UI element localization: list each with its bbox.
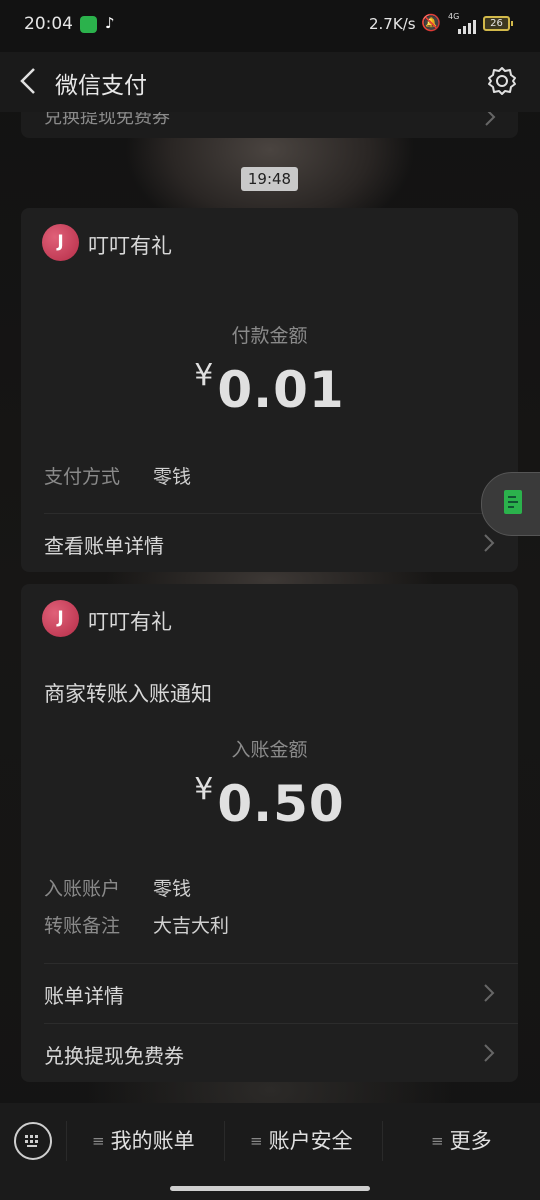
bottom-menu-bar: ≡ 我的账单 ≡ 账户安全 ≡ 更多: [0, 1103, 540, 1200]
amount-label: 付款金额: [231, 325, 308, 347]
view-bill-details-row[interactable]: 查看账单详情: [44, 524, 518, 564]
remark-value: 大吉大利: [153, 915, 230, 937]
message-timestamp: 19:48: [241, 167, 298, 191]
signal-icon: [448, 14, 478, 34]
merchant-name: 叮叮有礼: [88, 234, 172, 258]
clock: 20:04: [24, 14, 73, 34]
battery-icon: 26: [483, 16, 513, 31]
divider: [224, 1121, 225, 1161]
bill-details-label: 账单详情: [44, 984, 124, 1008]
chevron-right-icon: [484, 534, 495, 552]
amount-value: 0.50: [217, 775, 345, 833]
remark-label: 转账备注: [44, 915, 121, 937]
divider: [66, 1121, 67, 1161]
back-arrow-icon: [20, 68, 35, 94]
back-button[interactable]: [14, 64, 44, 98]
payment-method-value: 零钱: [153, 466, 192, 488]
menu-my-bills[interactable]: ≡ 我的账单: [92, 1125, 195, 1155]
menu-label: 我的账单: [110, 1129, 195, 1153]
merchant-avatar: J: [42, 600, 79, 637]
payment-message-card[interactable]: J 叮叮有礼 付款金额 ¥0.01 支付方式 零钱 查看账单详情: [21, 208, 518, 572]
notice-title: 商家转账入账通知: [44, 682, 212, 706]
chevron-right-icon: [485, 112, 496, 126]
document-icon: [504, 490, 522, 514]
merchant-avatar: J: [42, 224, 79, 261]
payment-method-label: 支付方式: [44, 466, 121, 488]
amount-value: 0.01: [217, 361, 345, 419]
voucher-row[interactable]: 兑换提现免费券: [44, 1034, 518, 1074]
menu-more[interactable]: ≡ 更多: [431, 1125, 492, 1155]
keyboard-icon: [25, 1135, 38, 1147]
chevron-right-icon: [484, 984, 495, 1002]
settings-button[interactable]: [486, 65, 518, 97]
menu-label: 账户安全: [268, 1129, 353, 1153]
floating-document-button[interactable]: [481, 472, 540, 536]
menu-icon: ≡: [92, 1132, 105, 1150]
status-bar: 20:04 ♪ 2.7K/s 🔕 4G 26: [0, 0, 540, 52]
gear-icon: [488, 67, 516, 95]
mute-bell-icon: 🔕: [421, 13, 441, 32]
amount-label: 入账金额: [231, 739, 308, 761]
voucher-label: 兑换提现免费券: [44, 1044, 184, 1068]
menu-account-security[interactable]: ≡ 账户安全: [250, 1125, 353, 1155]
view-bill-details-label: 查看账单详情: [44, 534, 164, 558]
navigation-bar: 微信支付: [0, 52, 540, 112]
menu-icon: ≡: [431, 1132, 444, 1150]
previous-card-footer[interactable]: 兑换提现免费券: [21, 112, 518, 138]
account-label: 入账账户: [44, 878, 121, 900]
payment-amount: ¥0.01: [21, 358, 518, 419]
divider: [44, 1023, 518, 1024]
page-title: 微信支付: [55, 73, 147, 99]
keyboard-toggle-button[interactable]: [14, 1122, 52, 1160]
account-value: 零钱: [153, 878, 192, 900]
divider: [44, 963, 518, 964]
transfer-amount: ¥0.50: [21, 772, 518, 833]
network-speed: 2.7K/s: [369, 15, 416, 33]
transfer-notification-card[interactable]: J 叮叮有礼 商家转账入账通知 入账金额 ¥0.50 入账账户 零钱 转账备注 …: [21, 584, 518, 1082]
menu-icon: ≡: [250, 1132, 263, 1150]
currency-symbol: ¥: [194, 772, 214, 807]
home-indicator[interactable]: [170, 1186, 370, 1191]
divider: [382, 1121, 383, 1161]
menu-label: 更多: [449, 1129, 492, 1153]
currency-symbol: ¥: [194, 358, 214, 393]
wechat-notification-icon: [80, 16, 97, 33]
previous-voucher-link: 兑换提现免费券: [44, 112, 170, 128]
tiktok-notification-icon: ♪: [105, 14, 115, 32]
merchant-name: 叮叮有礼: [88, 610, 172, 634]
divider: [44, 513, 518, 514]
bill-details-row[interactable]: 账单详情: [44, 974, 518, 1014]
chevron-right-icon: [484, 1044, 495, 1062]
